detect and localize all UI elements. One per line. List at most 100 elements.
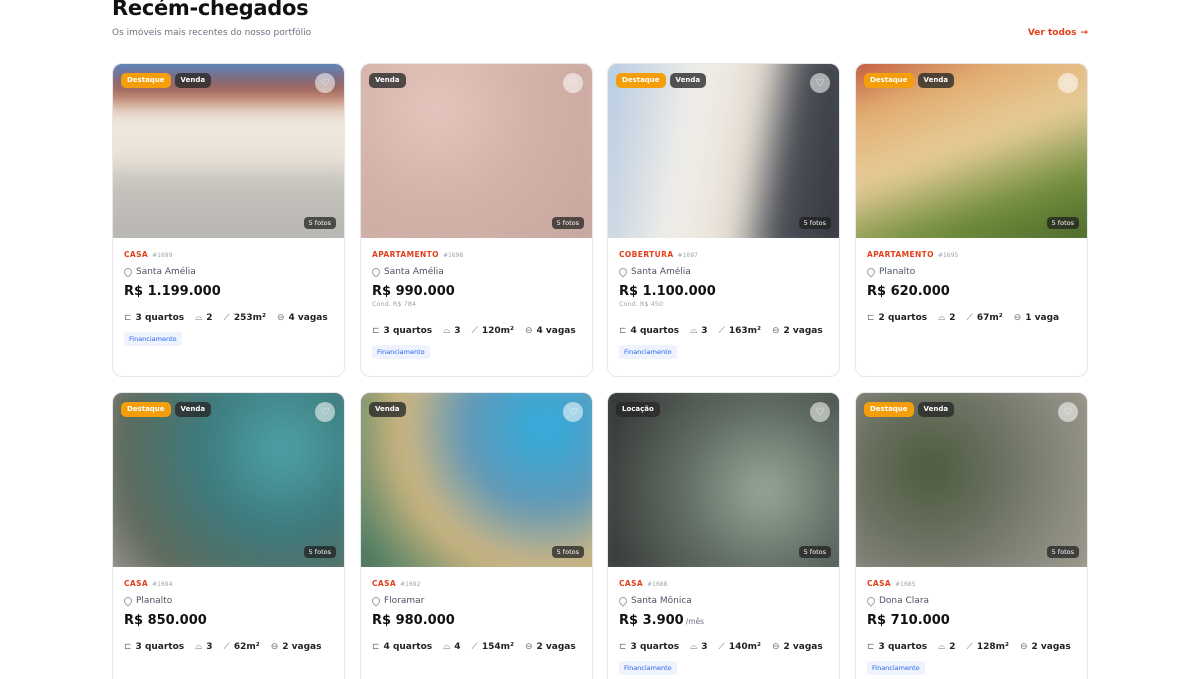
favorite-heart-icon[interactable]: ♡ (1058, 402, 1078, 422)
listing-photo-image (361, 64, 592, 238)
neighborhood-name: Santa Amélia (136, 267, 196, 277)
bath-icon: ⌓ (443, 326, 451, 336)
parking-count-item: ⊖ 2 vagas (772, 642, 823, 652)
listing-photo[interactable]: Venda ♡ 5 fotos (361, 64, 592, 238)
listing-photo[interactable]: Destaque Venda ♡ 5 fotos (113, 393, 344, 567)
bedrooms-count-item: ⊏ 2 quartos (867, 313, 927, 323)
favorite-heart-icon[interactable]: ♡ (315, 402, 335, 422)
bedrooms-count: 3 quartos (135, 642, 185, 652)
location-pin-icon (370, 595, 382, 607)
favorite-heart-icon[interactable]: ♡ (315, 73, 335, 93)
parking-count: 1 vaga (1025, 313, 1060, 323)
parking-count: 2 vagas (783, 642, 823, 652)
bathrooms-count-item: ⌓ 2 (938, 313, 955, 323)
see-all-label: Ver todos (1027, 28, 1077, 38)
listing-photo[interactable]: Destaque Venda ♡ 5 fotos (113, 64, 344, 238)
listing-meta: COBERTURA #1697 (619, 250, 828, 261)
location-pin-icon (865, 595, 877, 607)
location-pin-icon (370, 266, 382, 278)
parking-count-item: ⊖ 2 vagas (525, 642, 576, 652)
section-title: Recém-chegados (112, 0, 309, 20)
listing-meta: CASA #1685 (867, 579, 1076, 590)
listing-code: #1694 (152, 581, 173, 588)
favorite-heart-icon[interactable]: ♡ (810, 73, 830, 93)
car-icon: ⊖ (524, 326, 533, 336)
car-icon: ⊖ (771, 326, 780, 336)
listing-card[interactable]: Venda ♡ 5 fotos CASA #1692 Floramar R$ 980.000… (360, 392, 593, 679)
listing-photo[interactable]: Destaque Venda ♡ 5 fotos (856, 64, 1087, 238)
area-value: 253m² (233, 313, 266, 323)
car-icon: ⊖ (524, 642, 533, 652)
bedrooms-count: 3 quartos (630, 642, 680, 652)
location-pin-icon (865, 266, 877, 278)
listing-photo[interactable]: Destaque Venda ♡ 5 fotos (856, 393, 1087, 567)
bedrooms-count: 2 quartos (878, 313, 928, 323)
listing-card[interactable]: Destaque Venda ♡ 5 fotos CASA #1685 Dona Clara… (855, 392, 1088, 679)
favorite-heart-icon[interactable]: ♡ (563, 402, 583, 422)
photo-count-badge: 5 fotos (303, 545, 336, 558)
favorite-heart-icon[interactable]: ♡ (810, 402, 830, 422)
listing-location: Floramar (370, 595, 581, 607)
bath-icon: ⌓ (443, 642, 451, 652)
listing-location: Santa Amélia (370, 266, 581, 278)
deal-type-badge: Locação (616, 402, 660, 417)
see-all-link[interactable]: Ver todos → (1028, 28, 1088, 38)
bedrooms-count: 3 quartos (135, 313, 185, 323)
bedrooms-count-item: ⊏ 4 quartos (619, 326, 679, 336)
listing-details: CASA #1685 Dona Clara R$ 710.000 ⊏ 3 quartos ⌓… (865, 579, 1076, 675)
property-type: APARTAMENTO (372, 250, 439, 259)
listing-card[interactable]: Destaque Venda ♡ 5 fotos CASA #1699 Santa Amél… (112, 63, 345, 377)
listing-price: R$ 850.000 (124, 613, 333, 628)
listing-location: Dona Clara (865, 595, 1076, 607)
condo-fee: Cond. R$ 450 (619, 300, 664, 308)
listing-meta: CASA #1694 (124, 579, 333, 590)
listing-code: #1688 (647, 581, 668, 588)
listing-photo[interactable]: Destaque Venda ♡ 5 fotos (608, 64, 839, 238)
financing-tag: Financiamento (619, 345, 677, 359)
listing-card[interactable]: Destaque Venda ♡ 5 fotos CASA #1694 Planalto R$… (112, 392, 345, 679)
listing-card[interactable]: Venda ♡ 5 fotos APARTAMENTO #1698 Santa Améli… (360, 63, 593, 377)
bedrooms-count-item: ⊏ 3 quartos (867, 642, 927, 652)
property-type: CASA (372, 579, 397, 588)
bath-icon: ⌓ (195, 313, 203, 323)
listing-meta: CASA #1688 (619, 579, 828, 590)
featured-badge: Destaque (616, 73, 666, 88)
price-value: R$ 3.900 (619, 613, 684, 628)
parking-count: 2 vagas (536, 642, 576, 652)
bedrooms-count-item: ⊏ 3 quartos (619, 642, 679, 652)
listing-price: R$ 710.000 (867, 613, 1076, 628)
favorite-heart-icon[interactable]: ♡ (1058, 73, 1078, 93)
car-icon: ⊖ (1013, 313, 1022, 323)
area-value: 120m² (481, 326, 514, 336)
bedrooms-count-item: ⊏ 3 quartos (124, 642, 184, 652)
section-subtitle: Os imóveis mais recentes do nosso portfó… (112, 28, 312, 38)
listing-photo[interactable]: Locação ♡ 5 fotos (608, 393, 839, 567)
listing-price: R$ 980.000 (372, 613, 581, 628)
listing-card[interactable]: Locação ♡ 5 fotos CASA #1688 Santa Mônica R$ 3… (607, 392, 840, 679)
listing-photo[interactable]: Venda ♡ 5 fotos (361, 393, 592, 567)
bathrooms-count-item: ⌓ 3 (690, 642, 707, 652)
listing-price: R$ 3.900/mês (619, 613, 828, 628)
listing-code: #1692 (400, 581, 421, 588)
bedrooms-count: 3 quartos (878, 642, 928, 652)
favorite-heart-icon[interactable]: ♡ (563, 73, 583, 93)
parking-count: 4 vagas (288, 313, 328, 323)
area-value-item: ⟋ 62m² (224, 642, 260, 652)
bathrooms-count: 2 (206, 313, 213, 323)
neighborhood-name: Floramar (384, 596, 425, 606)
area-value: 163m² (728, 326, 761, 336)
property-type: APARTAMENTO (867, 250, 934, 259)
car-icon: ⊖ (276, 313, 285, 323)
listing-card[interactable]: Destaque Venda ♡ 5 fotos COBERTURA #1697 Santa… (607, 63, 840, 377)
listing-details: CASA #1694 Planalto R$ 850.000 ⊏ 3 quartos ⌓ 3 ⟋… (122, 579, 333, 652)
bedrooms-count: 3 quartos (383, 326, 433, 336)
bathrooms-count-item: ⌓ 3 (195, 642, 212, 652)
financing-tag: Financiamento (619, 661, 677, 675)
bed-icon: ⊏ (867, 642, 875, 652)
listing-card[interactable]: Destaque Venda ♡ 5 fotos APARTAMENTO #1695 Pla… (855, 63, 1088, 377)
neighborhood-name: Santa Mônica (631, 596, 692, 606)
car-icon: ⊖ (771, 642, 780, 652)
bed-icon: ⊏ (619, 326, 627, 336)
location-pin-icon (617, 266, 629, 278)
price-value: R$ 850.000 (124, 613, 207, 628)
